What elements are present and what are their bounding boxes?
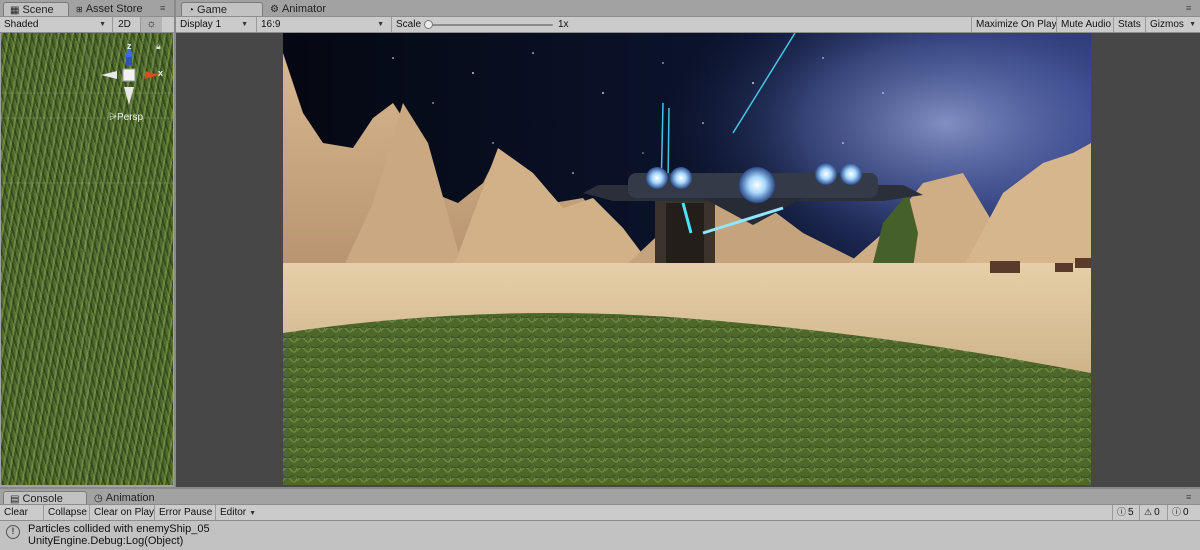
scene-toolbar: Shaded ▼ 2D ☼ [0, 16, 174, 33]
orientation-gizmo[interactable] [99, 43, 169, 123]
persp-label[interactable]: ⩥Persp [109, 112, 143, 123]
gizmo-y-axis-down[interactable] [124, 87, 134, 105]
mute-audio-button[interactable]: Mute Audio [1056, 17, 1113, 32]
gizmo-x-label: x [158, 68, 164, 78]
game-toolbar: Display 1 ▼ 16:9 ▼ Scale 1x Maximize On Pl… [176, 16, 1200, 33]
animator-icon: ⚙ [270, 4, 279, 15]
warning-count-toggle[interactable]: ⓘ 5 [1112, 505, 1139, 520]
console-toolbar: Clear Collapse Clear on Play Error Pause… [0, 504, 1200, 521]
gizmo-x-axis[interactable] [145, 71, 159, 79]
console-panel-menu-icon[interactable]: ≡ [1186, 492, 1191, 502]
stats-button[interactable]: Stats [1113, 17, 1145, 32]
scene-tabbar: ▦ Scene ⊞ Asset Store ≡ [0, 0, 174, 17]
gizmo-z-label: z [127, 41, 132, 51]
log-warning-icon: ⚠ [1144, 507, 1153, 517]
sun-icon: ☼ [146, 18, 157, 30]
error-pause-button[interactable]: Error Pause [154, 505, 215, 520]
dropdown-caret-icon: ▼ [241, 21, 248, 28]
scene-lighting-toggle[interactable]: ☼ [140, 17, 162, 32]
error-icon: ⓘ [1172, 507, 1182, 517]
scene-view[interactable]: z x 🔒︎ ⩥Persp [1, 33, 173, 485]
scale-slider-thumb[interactable] [424, 20, 433, 29]
dropdown-caret-icon: ▼ [99, 21, 106, 28]
panel-menu-icon[interactable]: ≡ [160, 3, 165, 13]
console-message-area[interactable]: ! Particles collided with enemyShip_05 U… [0, 521, 1200, 550]
warning-icon: ⓘ [1117, 507, 1127, 517]
game-tabbar: ◔ Game ⚙ Animator ≡ [176, 0, 1200, 17]
scale-value: 1x [558, 19, 569, 30]
display-dropdown[interactable]: Display 1 ▼ [176, 17, 252, 32]
console-message-line2: UnityEngine.Debug:Log(Object) [28, 535, 184, 547]
clear-on-play-button[interactable]: Clear on Play [89, 505, 154, 520]
scale-slider-track[interactable] [427, 24, 553, 26]
gizmos-dropdown[interactable]: Gizmos ▼ [1145, 17, 1200, 32]
tab-animator[interactable]: ⚙ Animator [264, 2, 344, 17]
info-icon: ! [6, 525, 20, 539]
clear-button[interactable]: Clear [0, 505, 38, 520]
game-view-area[interactable] [176, 33, 1200, 487]
persp-icon: ⩥ [109, 112, 117, 123]
shading-mode-dropdown[interactable]: Shaded ▼ [0, 17, 110, 32]
error-count-toggle[interactable]: ⓘ 0 [1167, 505, 1200, 520]
tab-scene[interactable]: ▦ Scene [3, 2, 69, 17]
lock-icon[interactable]: 🔒︎ [156, 41, 161, 52]
log-count-toggle[interactable]: ⚠ 0 [1139, 505, 1167, 520]
collapse-button[interactable]: Collapse [43, 505, 89, 520]
gizmo-neg-x-axis[interactable] [101, 71, 117, 79]
game-render [283, 33, 1091, 485]
scale-label: Scale [391, 17, 427, 32]
toggle-2d-button[interactable]: 2D [112, 17, 136, 32]
aspect-dropdown[interactable]: 16:9 ▼ [256, 17, 388, 32]
editor-dropdown[interactable]: Editor ▼ [215, 505, 257, 520]
game-panel-menu-icon[interactable]: ≡ [1186, 3, 1191, 13]
tab-game[interactable]: ◔ Game [181, 2, 263, 17]
tab-asset-store[interactable]: ⊞ Asset Store [70, 2, 150, 17]
dropdown-caret-icon: ▼ [249, 510, 257, 517]
maximize-on-play-button[interactable]: Maximize On Play [971, 17, 1057, 32]
console-message-line1: Particles collided with enemyShip_05 [28, 523, 210, 535]
store-icon: ⊞ [76, 5, 83, 14]
dropdown-caret-icon: ▼ [377, 21, 384, 28]
gizmo-center-cube[interactable] [122, 68, 136, 82]
dropdown-caret-icon: ▼ [1189, 21, 1196, 28]
